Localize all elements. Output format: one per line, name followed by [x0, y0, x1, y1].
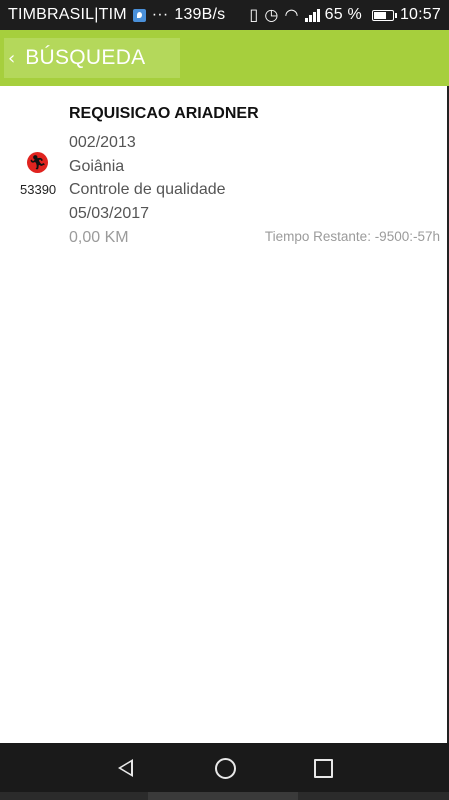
status-bar: TIMBRASIL|TIM ··· 139B/s ▯ ◷ ◠ 65 % 10:5… [0, 0, 449, 30]
status-right: ▯ ◷ ◠ 65 % 10:57 [249, 5, 441, 25]
vibrate-icon: ▯ [249, 7, 259, 24]
item-time-remaining: Tiempo Restante: -9500:-57h [264, 229, 440, 244]
item-distance: 0,00 KM [69, 229, 129, 246]
runner-icon: 🏃︎ [27, 152, 48, 173]
bottom-strip [0, 792, 449, 800]
back-nav-icon[interactable] [105, 753, 145, 783]
screen: TIMBRASIL|TIM ··· 139B/s ▯ ◷ ◠ 65 % 10:5… [0, 0, 449, 800]
carrier-label: TIMBRASIL|TIM [8, 6, 127, 23]
battery-percent: 65 % [324, 6, 362, 23]
item-title: REQUISICAO ARIADNER [69, 105, 259, 122]
battery-icon [371, 9, 397, 21]
item-department: Controle de qualidade [69, 181, 226, 198]
recents-nav-icon[interactable] [303, 753, 343, 783]
signal-icon [304, 8, 321, 22]
network-speed: 139B/s [174, 6, 226, 23]
app-header: ‹ BÚSQUEDA [0, 30, 449, 86]
item-code: 53390 [20, 182, 57, 197]
item-city: Goiânia [69, 158, 125, 175]
list-item[interactable]: REQUISICAO ARIADNER 002/2013 🏃︎ Goiânia … [0, 86, 449, 256]
map-icon [132, 8, 146, 22]
item-date: 05/03/2017 [69, 205, 150, 222]
nav-bar [0, 743, 449, 792]
back-button[interactable]: ‹ BÚSQUEDA [4, 38, 180, 78]
page-title: BÚSQUEDA [25, 46, 146, 69]
wifi-icon: ◠ [284, 7, 299, 24]
alarm-icon: ◷ [264, 7, 279, 24]
home-nav-icon[interactable] [205, 753, 245, 783]
item-number: 002/2013 [69, 134, 136, 151]
clock: 10:57 [399, 6, 441, 23]
more-dots: ··· [151, 6, 169, 23]
chevron-left-icon: ‹ [8, 47, 16, 69]
